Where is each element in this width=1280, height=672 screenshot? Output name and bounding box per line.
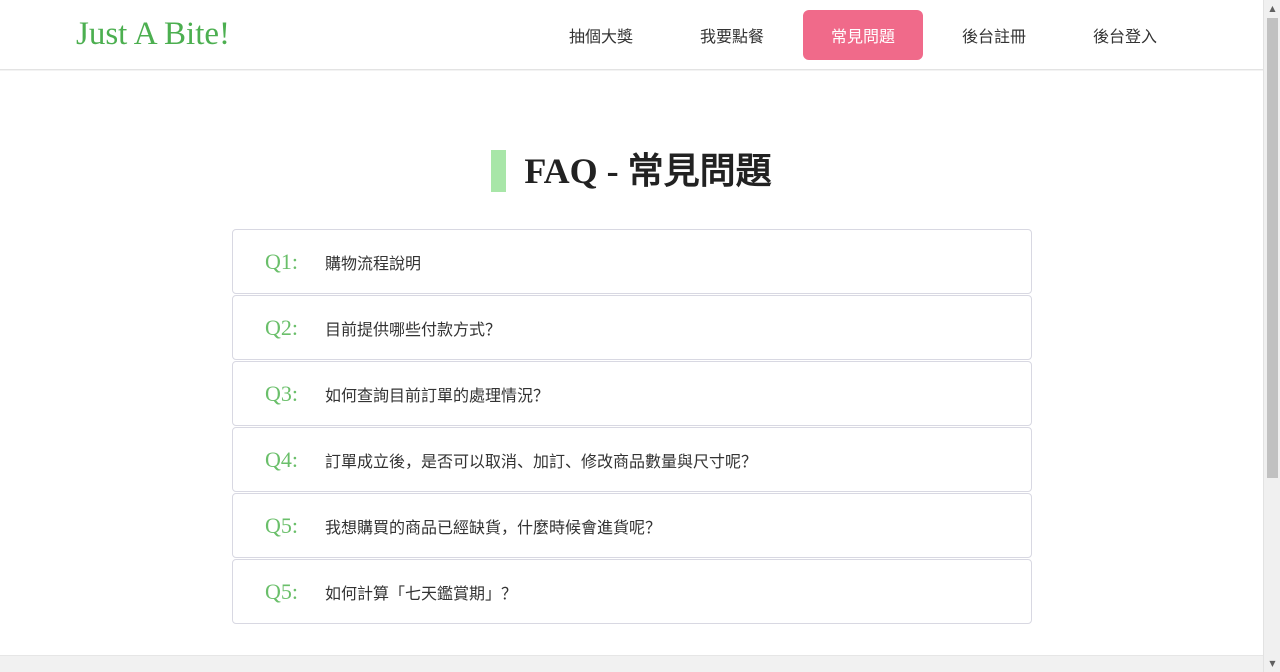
nav-item-faq[interactable]: 常見問題: [803, 10, 923, 60]
footer-strip: [0, 655, 1263, 672]
scrollbar-thumb[interactable]: [1267, 18, 1278, 478]
faq-number: Q5:: [265, 512, 298, 538]
faq-item-4[interactable]: Q4: 訂單成立後，是否可以取消、加訂、修改商品數量與尺寸呢？: [232, 427, 1032, 492]
faq-question: 目前提供哪些付款方式？: [325, 319, 502, 339]
faq-item-5[interactable]: Q5: 我想購買的商品已經缺貨，什麼時候會進貨呢？: [232, 493, 1032, 558]
nav-item-lottery[interactable]: 抽個大獎: [541, 10, 661, 60]
faq-number: Q4:: [265, 446, 298, 472]
nav-item-admin-register[interactable]: 後台註冊: [934, 10, 1054, 60]
brand-logo[interactable]: Just A Bite!: [76, 14, 230, 54]
navbar: Just A Bite! 抽個大獎 我要點餐 常見問題 後台註冊 後台登入: [0, 0, 1263, 70]
title-accent-bar: [491, 150, 507, 192]
page-title: FAQ - 常見問題: [524, 151, 772, 191]
faq-item-2[interactable]: Q2: 目前提供哪些付款方式？: [232, 295, 1032, 360]
page: Just A Bite! 抽個大獎 我要點餐 常見問題 後台註冊 後台登入 FA…: [0, 0, 1263, 672]
faq-item-3[interactable]: Q3: 如何查詢目前訂單的處理情況？: [232, 361, 1032, 426]
scroll-up-arrow-icon[interactable]: ▲: [1264, 0, 1280, 17]
faq-question: 訂單成立後，是否可以取消、加訂、修改商品數量與尺寸呢？: [325, 451, 758, 471]
faq-number: Q2:: [265, 314, 298, 340]
page-title-row: FAQ - 常見問題: [0, 148, 1263, 194]
faq-item-1[interactable]: Q1: 購物流程說明: [232, 229, 1032, 294]
faq-number: Q1:: [265, 248, 298, 274]
nav-item-admin-login[interactable]: 後台登入: [1065, 10, 1185, 60]
vertical-scrollbar[interactable]: ▲ ▼: [1263, 0, 1280, 672]
faq-question: 如何查詢目前訂單的處理情況？: [325, 385, 550, 405]
faq-question: 如何計算「七天鑑賞期」？: [325, 583, 518, 603]
faq-item-6[interactable]: Q5: 如何計算「七天鑑賞期」？: [232, 559, 1032, 624]
faq-question: 購物流程說明: [325, 253, 422, 273]
faq-question: 我想購買的商品已經缺貨，什麼時候會進貨呢？: [325, 517, 662, 537]
faq-number: Q5:: [265, 578, 298, 604]
faq-list: Q1: 購物流程說明 Q2: 目前提供哪些付款方式？ Q3: 如何查詢目前訂單的…: [232, 229, 1032, 625]
main-nav: 抽個大獎 我要點餐 常見問題 後台註冊 後台登入: [541, 10, 1196, 60]
nav-item-order[interactable]: 我要點餐: [672, 10, 792, 60]
faq-number: Q3:: [265, 380, 298, 406]
scroll-down-arrow-icon[interactable]: ▼: [1264, 655, 1280, 672]
